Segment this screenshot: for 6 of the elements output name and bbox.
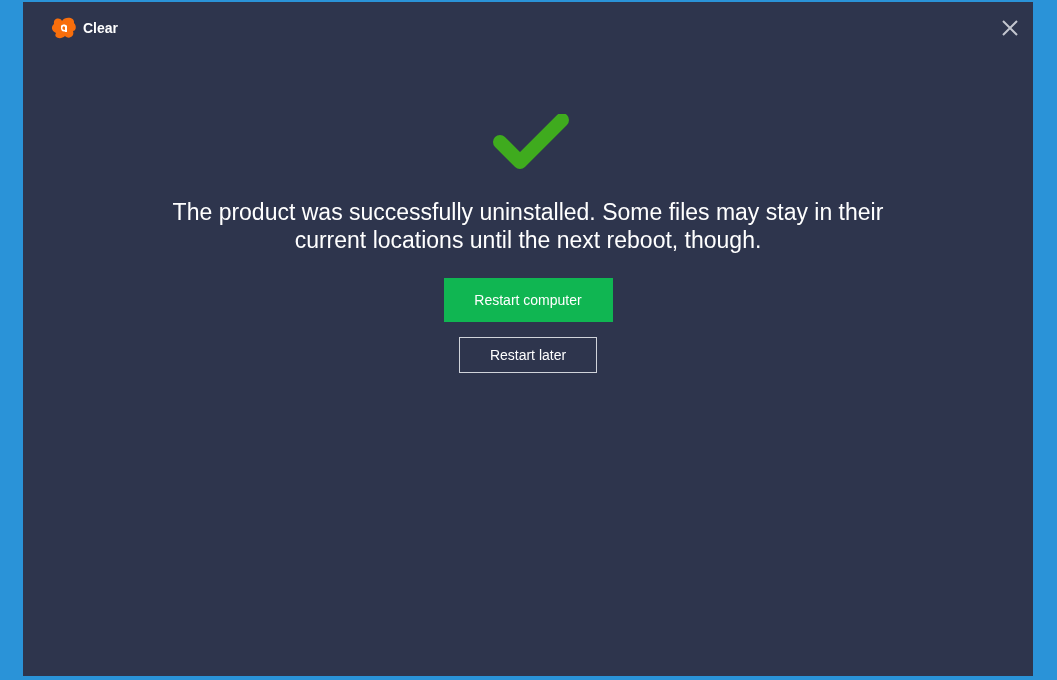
logo-icon: [51, 16, 77, 40]
restart-later-button[interactable]: Restart later: [459, 337, 597, 373]
close-icon: [1002, 20, 1018, 36]
close-button[interactable]: [1002, 20, 1018, 36]
window-title: Clear: [83, 20, 120, 36]
success-message: The product was successfully uninstalled. Some files may stay in their current locations until the next reboot, though.: [171, 198, 885, 254]
